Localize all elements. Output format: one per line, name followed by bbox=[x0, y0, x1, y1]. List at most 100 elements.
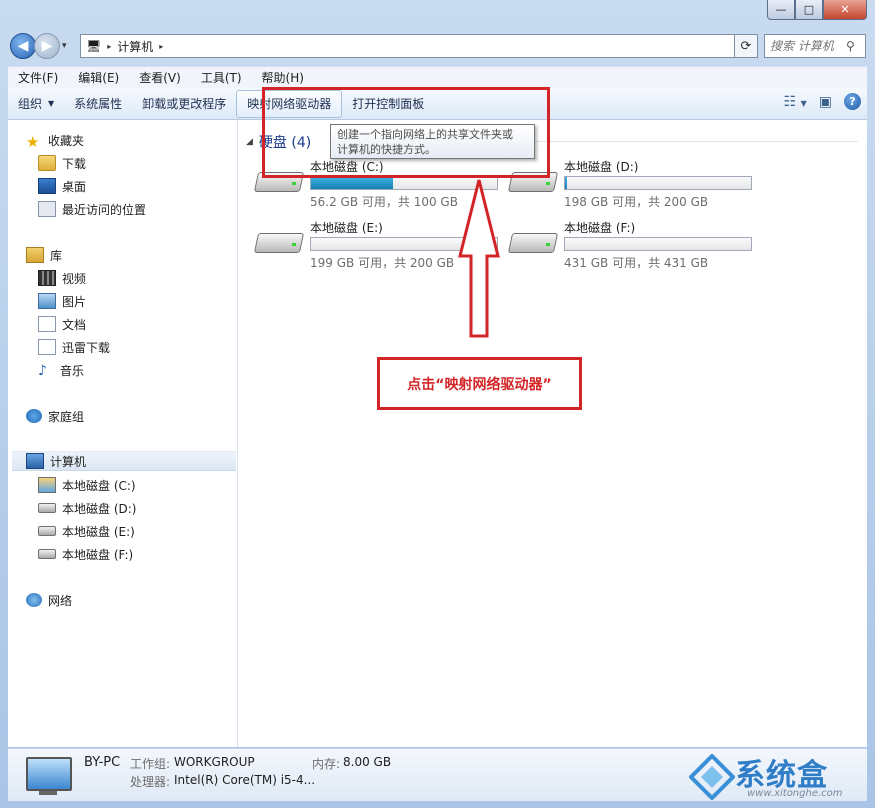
sidebar-item-label: 本地磁盘 (F:) bbox=[62, 547, 134, 562]
search-box[interactable]: ⚲ bbox=[764, 34, 866, 58]
music-note-icon: ♪ bbox=[38, 363, 47, 379]
drive-usage-bar bbox=[564, 176, 752, 190]
hard-drive-icon bbox=[38, 549, 56, 559]
search-input[interactable] bbox=[765, 38, 846, 54]
breadcrumb-separator[interactable]: ▸ bbox=[107, 42, 111, 51]
maximize-button[interactable]: □ bbox=[795, 0, 823, 20]
homegroup-icon bbox=[26, 409, 42, 423]
watermark: 系统盒 www.xitonghe.com bbox=[683, 748, 873, 806]
sidebar-item-network[interactable]: 网络 bbox=[26, 590, 72, 610]
sidebar-item-downloads[interactable]: 下载 bbox=[38, 153, 86, 173]
search-icon[interactable]: ⚲ bbox=[846, 39, 855, 53]
caption-buttons: — □ ✕ bbox=[767, 0, 867, 20]
sidebar-item-thunder[interactable]: 迅雷下载 bbox=[38, 337, 110, 357]
sidebar-item-label: 图片 bbox=[62, 294, 87, 309]
content-pane: ◢ 硬盘 (4) 本地磁盘 (C:) 56.2 GB 可用，共 100 GB 本地… bbox=[238, 120, 867, 747]
navigation-pane: ★ 收藏夹 下载 桌面 最近访问的位置 库 视频 图片 文档 迅雷下载 ♪ 音乐 家… bbox=[8, 120, 238, 747]
monitor-stand bbox=[39, 791, 57, 795]
sidebar-item-favorites[interactable]: ★ 收藏夹 bbox=[26, 130, 84, 151]
help-icon[interactable]: ? bbox=[844, 93, 861, 110]
computer-icon: 🖥 bbox=[86, 39, 102, 53]
change-view-icon[interactable]: ☷ ▼ bbox=[784, 94, 807, 110]
sidebar-item-label: 本地磁盘 (C:) bbox=[62, 478, 136, 493]
hard-drive-icon bbox=[507, 227, 559, 253]
document-icon bbox=[38, 339, 56, 355]
sidebar-item-label: 桌面 bbox=[62, 179, 87, 194]
highlight-box bbox=[262, 87, 550, 178]
refresh-icon[interactable]: ⟳ bbox=[734, 34, 758, 58]
chevron-down-icon: ▼ bbox=[48, 99, 55, 108]
menu-bar: 文件(F) 编辑(E) 查看(V) 工具(T) 帮助(H) bbox=[8, 66, 867, 88]
forward-button[interactable]: ▶ bbox=[34, 33, 60, 59]
close-button[interactable]: ✕ bbox=[823, 0, 867, 20]
drive-usage-fill bbox=[565, 177, 567, 189]
sidebar-item-label: 网络 bbox=[48, 593, 73, 608]
drive-name: 本地磁盘 (F:) bbox=[564, 221, 636, 235]
cpu-label: 处理器: bbox=[130, 775, 171, 789]
sidebar-item-label: 本地磁盘 (D:) bbox=[62, 501, 137, 516]
sidebar-item-libraries[interactable]: 库 bbox=[26, 245, 62, 265]
sidebar-item-label: 计算机 bbox=[50, 454, 87, 469]
organize-button[interactable]: 组织 ▼ bbox=[8, 91, 64, 117]
sidebar-item-recent[interactable]: 最近访问的位置 bbox=[38, 199, 146, 219]
menu-view[interactable]: 查看(V) bbox=[129, 69, 191, 86]
preview-pane-icon[interactable]: ▣ bbox=[819, 94, 832, 110]
hard-drive-icon bbox=[38, 526, 56, 536]
uninstall-program-button[interactable]: 卸载或更改程序 bbox=[132, 91, 236, 117]
memory-label: 内存: bbox=[312, 757, 341, 771]
back-button[interactable]: ◀ bbox=[10, 33, 36, 59]
sidebar-item-label: 本地磁盘 (E:) bbox=[62, 524, 135, 539]
organize-label: 组织 bbox=[18, 97, 43, 111]
breadcrumb-computer[interactable]: 计算机 bbox=[117, 38, 153, 55]
sidebar-item-label: 下载 bbox=[62, 156, 87, 171]
sidebar-item-label: 迅雷下载 bbox=[62, 340, 111, 355]
sidebar-item-computer[interactable]: 计算机 bbox=[12, 451, 236, 471]
menu-file[interactable]: 文件(F) bbox=[8, 69, 68, 86]
sidebar-item-pictures[interactable]: 图片 bbox=[38, 291, 86, 311]
instruction-callout: 点击“映射网络驱动器” bbox=[377, 357, 582, 410]
library-icon bbox=[26, 247, 44, 263]
menu-tools[interactable]: 工具(T) bbox=[191, 69, 252, 86]
video-icon bbox=[38, 270, 56, 286]
minimize-button[interactable]: — bbox=[767, 0, 795, 20]
sidebar-item-label: 视频 bbox=[62, 271, 87, 286]
breadcrumb-separator[interactable]: ▸ bbox=[159, 42, 163, 51]
star-icon: ★ bbox=[26, 133, 40, 151]
sidebar-item-documents[interactable]: 文档 bbox=[38, 314, 86, 334]
drive-name: 本地磁盘 (E:) bbox=[310, 221, 383, 235]
menu-edit[interactable]: 编辑(E) bbox=[68, 69, 129, 86]
drive-name: 本地磁盘 (D:) bbox=[564, 160, 639, 174]
sidebar-item-drive-d[interactable]: 本地磁盘 (D:) bbox=[38, 498, 136, 518]
drive-size: 56.2 GB 可用，共 100 GB bbox=[310, 195, 458, 209]
recent-places-icon bbox=[38, 201, 56, 217]
computer-icon bbox=[26, 453, 44, 469]
collapse-triangle-icon[interactable]: ◢ bbox=[246, 137, 253, 147]
sidebar-item-music[interactable]: ♪ 音乐 bbox=[38, 360, 84, 380]
pc-name: BY-PC bbox=[84, 755, 121, 770]
navigation-buttons: ◀ ▶ ▾ bbox=[10, 33, 67, 59]
address-bar[interactable]: 🖥 ▸ 计算机 ▸ ▼ bbox=[80, 34, 758, 58]
sidebar-item-videos[interactable]: 视频 bbox=[38, 268, 86, 288]
hard-drive-icon bbox=[38, 503, 56, 513]
sidebar-item-homegroup[interactable]: 家庭组 bbox=[26, 406, 84, 426]
sidebar-item-desktop[interactable]: 桌面 bbox=[38, 176, 86, 196]
system-drive-icon bbox=[38, 477, 56, 493]
sidebar-item-drive-c[interactable]: 本地磁盘 (C:) bbox=[38, 475, 136, 495]
drive-size: 199 GB 可用，共 200 GB bbox=[310, 256, 455, 270]
hard-drive-icon bbox=[253, 227, 305, 253]
drive-tile-f[interactable]: 本地磁盘 (F:) 431 GB 可用，共 431 GB bbox=[507, 219, 760, 274]
desktop-icon bbox=[38, 178, 56, 194]
sidebar-item-drive-e[interactable]: 本地磁盘 (E:) bbox=[38, 521, 135, 541]
cpu-value: Intel(R) Core(TM) i5-4... bbox=[174, 773, 316, 787]
sidebar-item-drive-f[interactable]: 本地磁盘 (F:) bbox=[38, 544, 133, 564]
view-controls: ☷ ▼ ▣ ? bbox=[784, 93, 861, 110]
menu-help[interactable]: 帮助(H) bbox=[252, 69, 314, 86]
workgroup-label: 工作组: bbox=[130, 757, 171, 771]
recent-pages-dropdown[interactable]: ▾ bbox=[62, 41, 67, 51]
sidebar-item-label: 文档 bbox=[62, 317, 87, 332]
drive-size: 431 GB 可用，共 431 GB bbox=[564, 256, 709, 270]
memory-value: 8.00 GB bbox=[343, 755, 392, 769]
sidebar-item-label: 最近访问的位置 bbox=[62, 202, 147, 217]
drive-size: 198 GB 可用，共 200 GB bbox=[564, 195, 709, 209]
system-properties-button[interactable]: 系统属性 bbox=[64, 91, 132, 117]
